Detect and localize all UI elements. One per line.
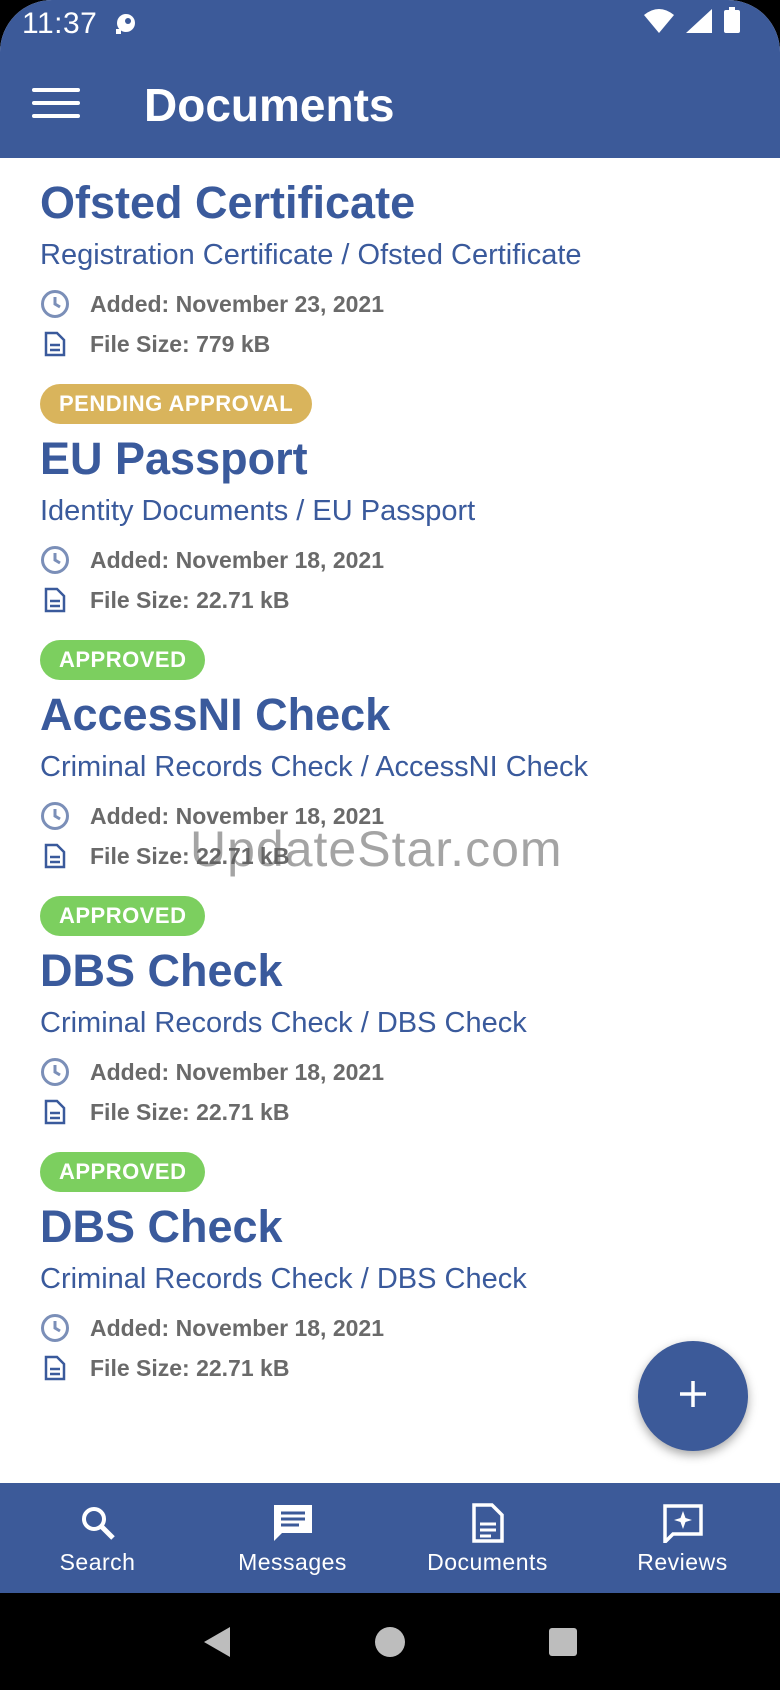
document-title[interactable]: DBS Check — [40, 1200, 740, 1254]
document-added: Added: November 18, 2021 — [40, 1052, 740, 1092]
document-list: Ofsted Certificate Registration Certific… — [0, 158, 780, 1483]
status-badge: APPROVED — [40, 1152, 206, 1192]
document-title[interactable]: Ofsted Certificate — [40, 176, 740, 230]
nav-reviews[interactable]: Reviews — [585, 1483, 780, 1593]
file-size: File Size: 22.71 kB — [90, 586, 290, 613]
back-icon[interactable] — [197, 1622, 237, 1662]
added-date: Added: November 18, 2021 — [90, 1314, 385, 1341]
notification-icon — [113, 11, 139, 37]
document-added: Added: November 18, 2021 — [40, 796, 740, 836]
file-icon — [40, 1353, 70, 1383]
document-title[interactable]: EU Passport — [40, 432, 740, 486]
file-size: File Size: 22.71 kB — [90, 842, 290, 869]
document-icon — [466, 1501, 510, 1545]
recents-icon[interactable] — [543, 1622, 583, 1662]
document-item[interactable]: Ofsted Certificate Registration Certific… — [40, 176, 740, 424]
document-path: Criminal Records Check / AccessNI Check — [40, 751, 588, 783]
document-added: Added: November 18, 2021 — [40, 540, 740, 580]
file-icon — [40, 1097, 70, 1127]
app-bar: 11:37 Documents — [0, 0, 780, 158]
added-date: Added: November 23, 2021 — [90, 290, 385, 317]
nav-search[interactable]: Search — [0, 1483, 195, 1593]
document-item[interactable]: EU Passport Identity Documents / EU Pass… — [40, 432, 740, 680]
document-added: Added: November 18, 2021 — [40, 1308, 740, 1348]
nav-documents[interactable]: Documents — [390, 1483, 585, 1593]
document-title[interactable]: AccessNI Check — [40, 688, 740, 742]
status-bar: 11:37 — [0, 0, 780, 48]
document-size: File Size: 22.71 kB — [40, 580, 740, 620]
add-document-button[interactable] — [638, 1341, 748, 1451]
review-icon — [661, 1501, 705, 1545]
document-size: File Size: 22.71 kB — [40, 1348, 740, 1388]
status-badge: PENDING APPROVAL — [40, 384, 313, 424]
file-icon — [40, 841, 70, 871]
plus-icon — [677, 1378, 709, 1415]
page-title: Documents — [144, 79, 395, 131]
file-icon — [40, 329, 70, 359]
document-item[interactable]: DBS Check Criminal Records Check / DBS C… — [40, 1200, 740, 1388]
document-path: Registration Certificate / Ofsted Certif… — [40, 239, 582, 271]
document-size: File Size: 779 kB — [40, 324, 740, 364]
clock-icon — [40, 545, 70, 575]
status-icons — [644, 7, 740, 41]
document-size: File Size: 22.71 kB — [40, 836, 740, 876]
document-path: Criminal Records Check / DBS Check — [40, 1007, 527, 1039]
home-icon[interactable] — [370, 1622, 410, 1662]
clock-icon — [40, 1057, 70, 1087]
message-icon — [271, 1501, 315, 1545]
nav-label: Reviews — [637, 1548, 728, 1575]
document-item[interactable]: AccessNI Check Criminal Records Check / … — [40, 688, 740, 936]
file-size: File Size: 22.71 kB — [90, 1098, 290, 1125]
system-navigation — [0, 1593, 780, 1690]
menu-icon[interactable] — [32, 88, 82, 122]
file-icon — [40, 585, 70, 615]
nav-messages[interactable]: Messages — [195, 1483, 390, 1593]
nav-label: Documents — [427, 1548, 548, 1575]
status-badge: APPROVED — [40, 896, 206, 936]
nav-label: Messages — [238, 1548, 347, 1575]
clock-icon — [40, 289, 70, 319]
added-date: Added: November 18, 2021 — [90, 1058, 385, 1085]
battery-icon — [724, 7, 740, 41]
added-date: Added: November 18, 2021 — [90, 546, 385, 573]
clock-icon — [40, 1313, 70, 1343]
document-added: Added: November 23, 2021 — [40, 284, 740, 324]
document-item[interactable]: DBS Check Criminal Records Check / DBS C… — [40, 944, 740, 1192]
document-path: Identity Documents / EU Passport — [40, 495, 476, 527]
signal-icon — [686, 7, 712, 41]
nav-label: Search — [59, 1548, 136, 1575]
clock-icon — [40, 801, 70, 831]
file-size: File Size: 22.71 kB — [90, 1354, 290, 1381]
phone-screen: 11:37 Documents Ofsted Certificate Regis… — [0, 0, 780, 1690]
file-size: File Size: 779 kB — [90, 330, 271, 357]
search-icon — [76, 1501, 120, 1545]
status-time: 11:37 — [22, 7, 98, 40]
wifi-icon — [644, 7, 674, 41]
status-badge: APPROVED — [40, 640, 206, 680]
document-size: File Size: 22.71 kB — [40, 1092, 740, 1132]
bottom-navigation: Search Messages Documents Reviews — [0, 1483, 780, 1593]
document-path: Criminal Records Check / DBS Check — [40, 1263, 527, 1295]
document-title[interactable]: DBS Check — [40, 944, 740, 998]
added-date: Added: November 18, 2021 — [90, 802, 385, 829]
